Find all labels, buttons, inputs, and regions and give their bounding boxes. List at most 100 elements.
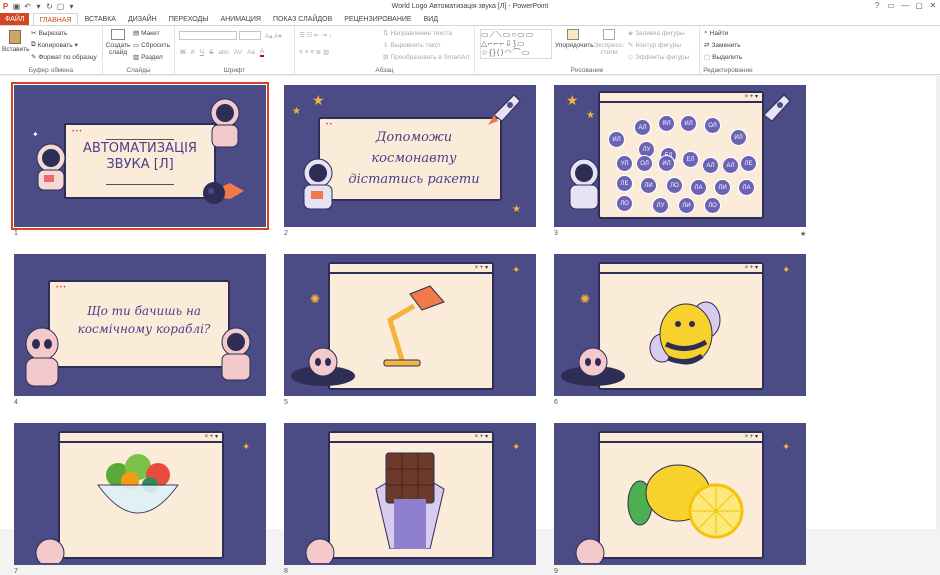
layout-icon: ▤ [133, 30, 140, 37]
new-slide-icon [111, 29, 125, 40]
paint-bucket-icon: ◈ [628, 30, 633, 37]
undo-icon[interactable]: ↶ [22, 1, 33, 11]
redo-icon[interactable]: ↻ [44, 1, 55, 11]
slide-number: 3 [554, 230, 558, 237]
window-dots-icon: • • • [56, 285, 66, 291]
help-button[interactable]: ? [870, 0, 884, 12]
slide-thumbnail-2[interactable]: • • Допоможи космонавту дістатись ракети… [284, 85, 536, 227]
smartart-button[interactable]: ⊞ Преобразовать в SmartArt [383, 53, 470, 62]
syllable-bubble: ЛИ [678, 197, 695, 214]
cut-label: Вырезать [38, 29, 68, 37]
slide-thumbnail-8[interactable]: × + ▾ ✦ [284, 423, 536, 565]
reset-button[interactable]: ▭ Сбросить [133, 41, 170, 50]
animation-star-icon[interactable]: ★ [800, 230, 806, 238]
list-buttons[interactable]: ☰ ☷ ⇤ ⇥ ↕ [299, 31, 332, 39]
bold-button[interactable]: Ж [180, 49, 186, 56]
ufo-alien-icon [291, 347, 355, 386]
star-icon: ★ [292, 106, 301, 117]
astronaut-icon [221, 327, 251, 381]
new-slide-label-2: слайд [108, 49, 128, 56]
start-from-beginning-icon[interactable]: ▢ [55, 1, 66, 11]
quick-styles-button[interactable]: Экспресс- стили [593, 29, 625, 56]
ribbon-display-button[interactable]: ▭ [884, 0, 898, 12]
slide-number: 7 [14, 568, 18, 575]
paste-label: Вставить [2, 46, 30, 53]
slide-thumbnail-5[interactable]: × + ▾ ✺ ✦ [284, 254, 536, 396]
star-icon: ✦ [782, 442, 791, 453]
align-text-button[interactable]: ⇳ Выровнять текст [383, 41, 441, 50]
customize-qa-icon[interactable]: ▾ [66, 1, 77, 11]
select-button[interactable]: ⬚ Выделить [704, 53, 742, 62]
window-bar: × + ▾ [600, 93, 762, 103]
syllable-bubble: ЛО [616, 195, 633, 212]
shape-outline-label: Контур фигуры [635, 41, 681, 49]
section-button[interactable]: ▥ Раздел [133, 53, 163, 62]
slide-number: 2 [284, 230, 288, 237]
desk-lamp-icon [383, 285, 445, 367]
strikethrough-button[interactable]: S [209, 49, 213, 56]
close-button[interactable]: ✕ [926, 0, 940, 12]
smartart-icon: ⊞ [383, 54, 389, 61]
arrange-icon [567, 29, 579, 40]
new-slide-button[interactable]: Создать слайд [105, 29, 131, 56]
change-case-button[interactable]: Aa [247, 49, 255, 56]
save-icon[interactable]: ▣ [11, 1, 22, 11]
format-painter-label: Формат по образцу [38, 53, 97, 61]
italic-button[interactable]: К [191, 49, 195, 56]
slide-number: 5 [284, 399, 288, 406]
align-buttons[interactable]: ≡ ≡ ≡ ≣ ▥ [299, 48, 329, 56]
shape-outline-button[interactable]: ✎ Контур фигуры [628, 41, 681, 50]
lemon-icon [627, 464, 744, 539]
alien-icon [575, 538, 605, 563]
select-icon: ⬚ [704, 54, 711, 61]
text-direction-button[interactable]: ⇅ Направление текста [383, 29, 452, 38]
slide-thumbnail-6[interactable]: × + ▾ ✺ ✦ [554, 254, 806, 396]
text-direction-icon: ⇅ [383, 30, 389, 37]
title-bar: P ▣ ↶ ▾ ↻ ▢ ▾ World Logo Автоматизація з… [0, 0, 940, 12]
smartart-label: Преобразовать в SmartArt [390, 53, 470, 61]
find-button[interactable]: ⌕ Найти [704, 29, 728, 37]
slide-thumbnail-4[interactable]: • • • Що ти бачишь на космічному кораблі… [14, 254, 266, 396]
font-name-combo[interactable] [179, 31, 237, 40]
window-bar: × + ▾ [600, 433, 762, 443]
binoculars-icon: ⌕ [704, 29, 708, 36]
copy-button[interactable]: ⧉ Копировать ▾ [31, 41, 78, 49]
syllable-bubble: ИЛ [608, 131, 625, 148]
minimize-button[interactable]: — [898, 0, 912, 12]
syllable-bubble: ЛА [690, 179, 707, 196]
slide-thumbnail-9[interactable]: × + ▾ ✦ [554, 423, 806, 565]
cut-button[interactable]: ✂ Вырезать [31, 29, 68, 38]
slide-thumbnail-1[interactable]: • • • АВТОМАТИЗАЦІЯ ЗВУКА [Л] ✦ [11, 82, 269, 230]
syllable-bubble: ЯЛ [658, 115, 675, 132]
editing-group: ⌕ Найти ⇄ Заменить ⬚ Выделить Редактировани… [700, 26, 756, 75]
window-bar: × + ▾ [330, 433, 492, 443]
shape-fill-button[interactable]: ◈ Заливка фигуры [628, 29, 685, 38]
maximize-button[interactable]: ▢ [912, 0, 926, 12]
shadow-button[interactable]: abc [218, 49, 228, 56]
format-painter-button[interactable]: ✎ Формат по образцу [31, 53, 97, 62]
salad-bowl-icon [97, 454, 179, 514]
meteor-icon [202, 182, 244, 204]
app-title: World Logo Автоматизація звука [Л] - Pow… [391, 2, 549, 10]
paste-button[interactable]: Вставить [2, 30, 30, 53]
dropdown-icon[interactable]: ▾ [33, 1, 44, 11]
layout-button[interactable]: ▤ Макет [133, 29, 160, 38]
quick-styles-label: Экспресс- [593, 42, 625, 49]
underline-button[interactable]: Ч [200, 49, 204, 56]
font-size-combo[interactable] [239, 31, 261, 40]
syllable-bubble: ЛО [704, 197, 721, 214]
font-color-button[interactable]: A [260, 48, 265, 57]
arrange-button[interactable]: Упорядочить [555, 29, 594, 49]
layout-label: Макет [141, 29, 160, 37]
astronaut-icon [303, 158, 333, 210]
char-spacing-button[interactable]: AV [234, 49, 242, 56]
replace-button[interactable]: ⇄ Заменить [704, 41, 741, 50]
shapes-gallery[interactable]: ▭⟋⟍▭○▭▭ △⌐⌐⌐⇩⟆▭ ☆{}⟨⟩◠⌒▭ [480, 29, 552, 59]
shape-effects-button[interactable]: ◇ Эффекты фигуры [628, 53, 689, 62]
syllable-bubble: ЛУ [652, 197, 669, 214]
grow-font-icon[interactable]: A▴ A▾ [265, 32, 282, 40]
slide-thumbnail-7[interactable]: × + ▾ ✦ [14, 423, 266, 565]
slide-thumbnail-3[interactable]: × + ▾ ★ ★ ИЛАЛЯЛИЛОЛИЛЛУЕЛУЛОЛИЛЕЛАЛАЛЛЕ… [554, 85, 806, 227]
vertical-scrollbar[interactable] [936, 76, 940, 529]
syllable-bubble: АЛ [702, 157, 719, 174]
